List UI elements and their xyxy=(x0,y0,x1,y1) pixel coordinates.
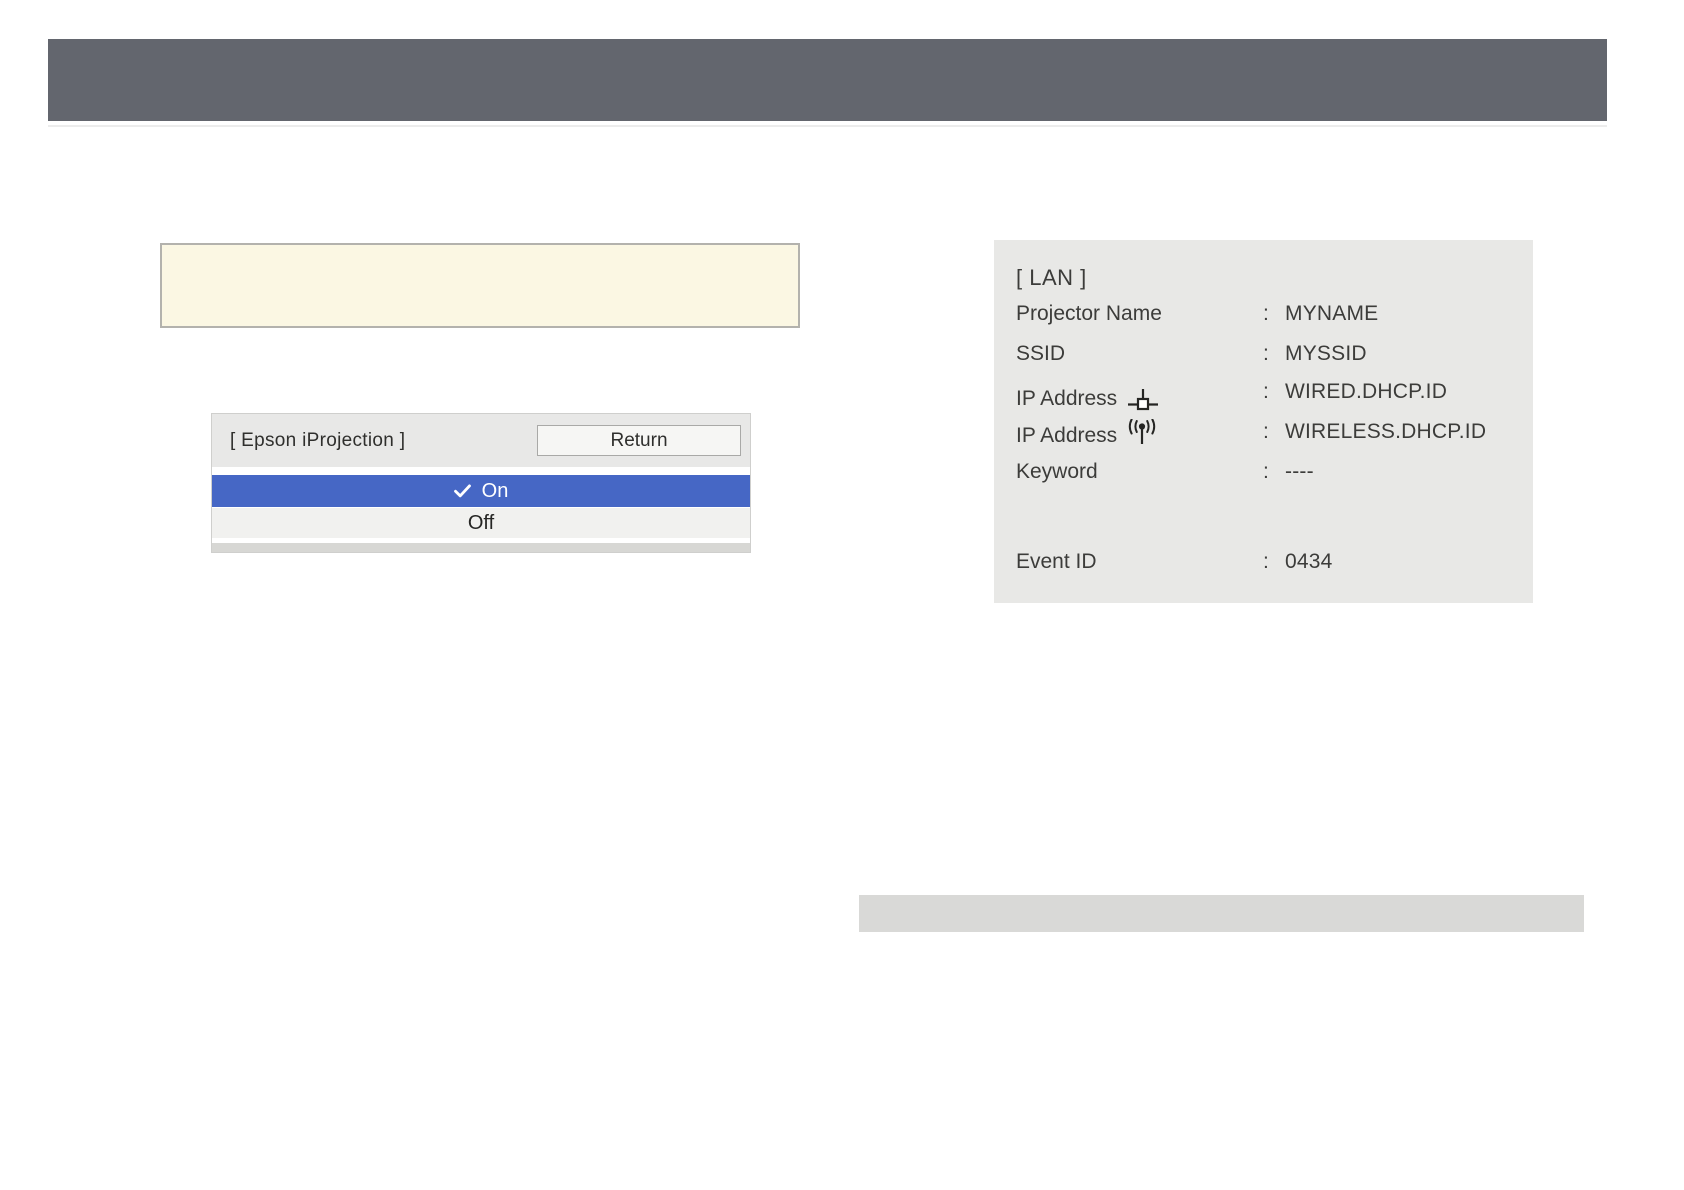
menu-option-label: Off xyxy=(467,511,495,534)
header-bar xyxy=(48,39,1607,121)
lan-label: Projector Name xyxy=(1016,302,1162,325)
manual-page: [ Epson iProjection ] Return On Off [ LA… xyxy=(0,0,1684,1190)
next-item-strip xyxy=(212,543,750,552)
colon-separator: : xyxy=(1263,302,1269,325)
lan-row-ip-wireless: IP Address : WIRELESS.DHCP.ID xyxy=(1016,418,1519,454)
lan-value: ---- xyxy=(1285,460,1314,483)
note-box xyxy=(160,243,800,328)
lan-value: MYSSID xyxy=(1285,342,1367,365)
wireless-network-icon xyxy=(1126,418,1158,454)
lan-label: IP Address xyxy=(1016,424,1118,447)
lan-label: Event ID xyxy=(1016,550,1097,573)
check-icon xyxy=(453,484,471,498)
colon-separator: : xyxy=(1263,342,1269,365)
menu-header: [ Epson iProjection ] Return xyxy=(212,414,750,467)
menu-option-on[interactable]: On xyxy=(212,475,750,507)
lan-info-panel: [ LAN ] Projector Name : MYNAME SSID : M… xyxy=(994,240,1533,603)
lan-row-ip-wired: IP Address : WIRED.DHCP.ID xyxy=(1016,378,1519,419)
lan-label: Keyword xyxy=(1016,460,1098,483)
lan-value: 0434 xyxy=(1285,550,1333,573)
lan-value: MYNAME xyxy=(1285,302,1379,325)
colon-separator: : xyxy=(1263,460,1269,483)
colon-separator: : xyxy=(1263,420,1269,443)
menu-option-label: On xyxy=(481,479,509,502)
colon-separator: : xyxy=(1263,380,1269,403)
lan-row-projector-name: Projector Name : MYNAME xyxy=(1016,300,1519,328)
menu-title: [ Epson iProjection ] xyxy=(230,429,406,451)
colon-separator: : xyxy=(1263,550,1269,573)
lan-row-ssid: SSID : MYSSID xyxy=(1016,340,1519,368)
lan-panel-title: [ LAN ] xyxy=(1016,265,1087,290)
lan-label: SSID xyxy=(1016,342,1066,365)
lan-value: WIRELESS.DHCP.ID xyxy=(1285,420,1487,443)
bottom-gray-bar xyxy=(859,895,1584,932)
lan-label: IP Address xyxy=(1016,386,1118,410)
menu-option-off[interactable]: Off xyxy=(212,507,750,538)
iprojection-menu: [ Epson iProjection ] Return On Off xyxy=(211,413,751,553)
lan-value: WIRED.DHCP.ID xyxy=(1285,380,1448,403)
lan-row-event-id: Event ID : 0434 xyxy=(1016,548,1519,576)
return-button[interactable]: Return xyxy=(537,425,741,456)
lan-row-keyword: Keyword : ---- xyxy=(1016,458,1519,486)
header-underline xyxy=(48,125,1607,127)
wired-network-icon xyxy=(1126,387,1160,419)
menu-spacer xyxy=(212,467,750,475)
